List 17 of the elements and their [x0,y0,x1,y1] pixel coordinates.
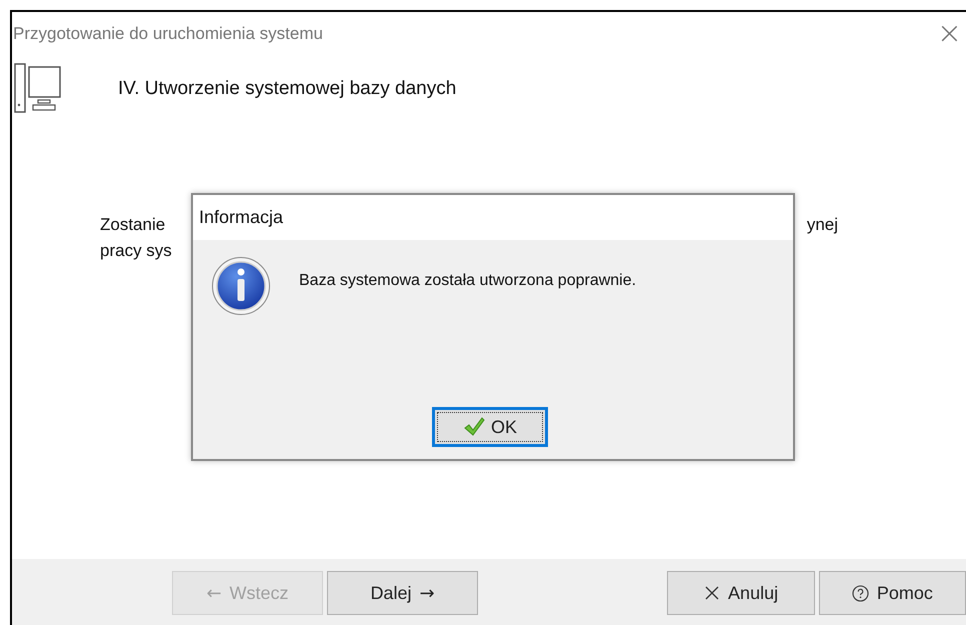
ok-button[interactable]: OK [432,407,548,447]
info-icon [211,256,271,316]
help-button[interactable]: Pomoc [818,571,966,615]
checkmark-icon [462,417,485,437]
close-button[interactable]: × [932,19,966,49]
window-title: Przygotowanie do uruchomienia systemu [13,24,323,44]
dialog-title: Informacja [199,207,284,228]
description-text: pracy sys [100,240,172,262]
description-text: Zostanie [100,214,166,236]
help-icon [852,584,869,602]
dialog-message: Baza systemowa została utworzona poprawnie. [299,272,636,290]
description-text: ynej [806,214,838,236]
next-button[interactable]: Dalej → [327,571,478,615]
cancel-button[interactable]: Anuluj [667,571,815,615]
computer-icon [14,63,62,115]
step-title: IV. Utworzenie systemowej bazy danych [118,78,456,100]
close-icon [704,585,720,601]
